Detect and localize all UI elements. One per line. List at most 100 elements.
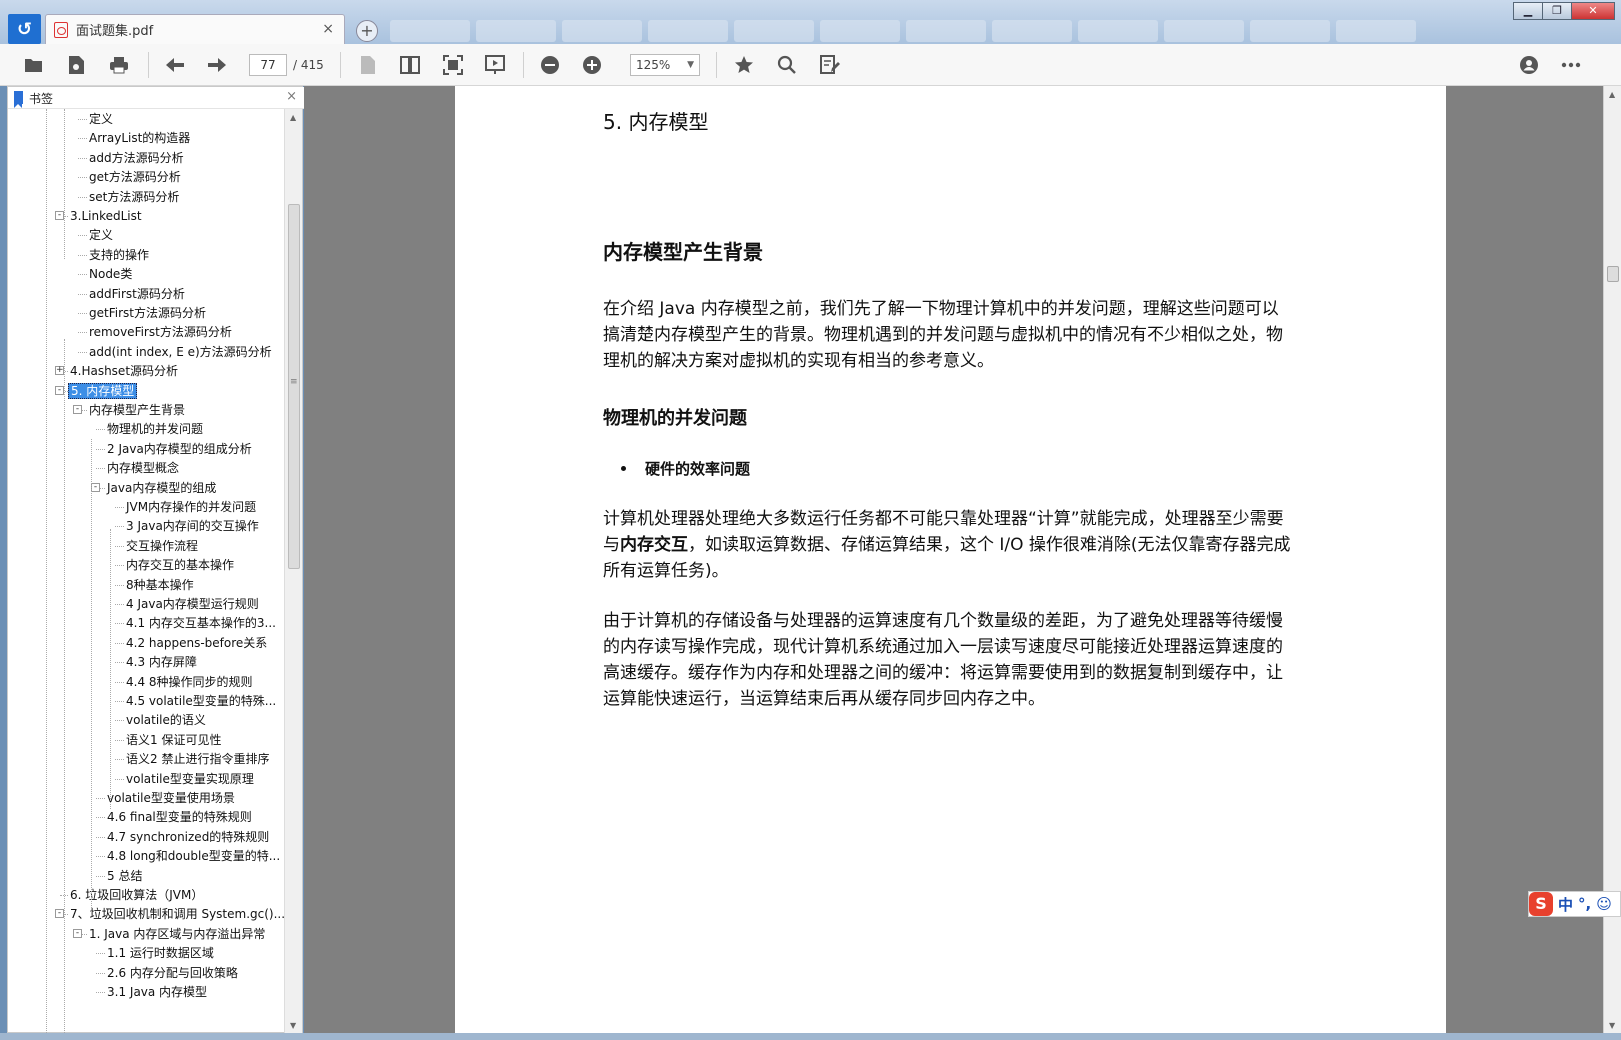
single-page-icon[interactable] xyxy=(356,53,380,77)
two-page-view-icon[interactable] xyxy=(398,53,422,77)
bookmark-item[interactable]: 3.LinkedList xyxy=(68,206,144,226)
open-folder-icon[interactable] xyxy=(22,53,46,77)
save-icon[interactable] xyxy=(64,53,88,77)
bookmark-item[interactable]: add(int index, E e)方法源码分析 xyxy=(87,342,274,362)
ime-punctuation-toggle[interactable]: °, xyxy=(1578,895,1591,913)
document-tab[interactable]: 面试题集.pdf × xyxy=(45,14,345,44)
bookmark-item[interactable]: 4.5 volatile型变量的特殊... xyxy=(124,691,278,711)
star-bookmark-icon[interactable] xyxy=(732,53,756,77)
bookmark-item[interactable]: addFirst源码分析 xyxy=(87,284,187,304)
tab-close-icon[interactable]: × xyxy=(322,21,334,37)
bookmark-item[interactable]: JVM内存操作的并发问题 xyxy=(124,497,258,517)
collapse-toggle-icon[interactable]: - xyxy=(55,211,64,220)
next-page-icon[interactable] xyxy=(205,53,229,77)
account-icon[interactable] xyxy=(1517,53,1541,77)
bookmark-item[interactable]: 交互操作流程 xyxy=(124,536,200,556)
bookmark-item[interactable]: 定义 xyxy=(87,109,115,129)
ime-toolbar[interactable]: S 中 °, ☺ xyxy=(1528,891,1621,917)
bookmark-item[interactable]: 内存交互的基本操作 xyxy=(124,555,236,575)
expand-toggle-icon[interactable]: + xyxy=(55,366,64,376)
resize-grip-icon[interactable]: ≡ xyxy=(290,377,298,387)
bookmark-item[interactable]: 5. 内存模型 xyxy=(68,381,138,401)
bookmark-item[interactable]: 7、垃圾回收机制和调用 System.gc()... xyxy=(68,904,284,924)
document-viewport[interactable]: 5. 内存模型 内存模型产生背景 在介绍 Java 内存模型之前，我们先了解一下… xyxy=(304,86,1603,1033)
bookmark-item[interactable]: 支持的操作 xyxy=(87,245,151,265)
annotate-icon[interactable] xyxy=(818,53,842,77)
scroll-down-arrow-icon[interactable]: ▼ xyxy=(290,1021,296,1030)
bookmark-item[interactable]: 4.8 long和double型变量的特... xyxy=(105,846,282,866)
bookmark-label: get方法源码分析 xyxy=(89,170,181,185)
ime-emoji-icon[interactable]: ☺ xyxy=(1596,895,1612,913)
app-menu-button[interactable]: ↺ xyxy=(8,14,41,44)
background-taskbar-blur xyxy=(390,20,1500,42)
bookmark-item[interactable]: 1. Java 内存区域与内存溢出异常 xyxy=(87,924,267,944)
close-window-button[interactable]: ✕ xyxy=(1571,2,1615,20)
print-icon[interactable] xyxy=(107,53,131,77)
bookmark-item[interactable]: 4 Java内存模型运行规则 xyxy=(124,594,261,614)
bookmark-item[interactable]: 4.7 synchronized的特殊规则 xyxy=(105,827,271,847)
bookmark-item[interactable]: 语义2 禁止进行指令重排序 xyxy=(124,749,271,769)
bookmark-item[interactable]: getFirst方法源码分析 xyxy=(87,303,208,323)
bookmark-item[interactable]: ArrayList的构造器 xyxy=(87,128,192,148)
minimize-button[interactable]: ▁ xyxy=(1513,2,1543,20)
bookmark-item[interactable]: 内存模型产生背景 xyxy=(87,400,187,420)
presentation-icon[interactable] xyxy=(483,53,507,77)
bookmark-item[interactable]: 5 总结 xyxy=(105,866,144,886)
zoom-out-icon[interactable] xyxy=(538,53,562,77)
previous-page-icon[interactable] xyxy=(163,53,187,77)
bookmark-item[interactable]: volatile型变量实现原理 xyxy=(124,769,256,789)
document-scrollbar-thumb[interactable] xyxy=(1607,266,1619,282)
page-total-label: / 415 xyxy=(293,58,324,72)
bookmark-item[interactable]: 4.6 final型变量的特殊规则 xyxy=(105,807,254,827)
bookmarks-scrollbar[interactable]: ▲ ≡ ▼ xyxy=(284,109,302,1033)
bookmark-item[interactable]: 内存模型概念 xyxy=(105,458,181,478)
bookmark-item[interactable]: Java内存模型的组成 xyxy=(105,478,218,498)
bookmark-item[interactable]: 2 Java内存模型的组成分析 xyxy=(105,439,254,459)
bookmark-item[interactable]: 4.3 内存屏障 xyxy=(124,652,199,672)
bookmark-item[interactable]: 4.2 happens-before关系 xyxy=(124,633,269,653)
close-panel-icon[interactable]: × xyxy=(286,89,297,104)
zoom-value: 125% xyxy=(636,58,671,72)
bookmark-item[interactable]: 4.4 8种操作同步的规则 xyxy=(124,672,255,692)
bookmark-item[interactable]: get方法源码分析 xyxy=(87,167,183,187)
bookmark-item[interactable]: 6. 垃圾回收算法（JVM） xyxy=(68,885,205,905)
search-icon[interactable] xyxy=(775,53,799,77)
bookmark-item[interactable]: add方法源码分析 xyxy=(87,148,186,168)
new-tab-button[interactable]: + xyxy=(356,20,378,42)
zoom-in-icon[interactable] xyxy=(580,53,604,77)
bookmark-item[interactable]: 语义1 保证可见性 xyxy=(124,730,223,750)
bookmark-item[interactable]: set方法源码分析 xyxy=(87,187,181,207)
collapse-toggle-icon[interactable]: - xyxy=(55,909,64,919)
bookmark-item[interactable]: 物理机的并发问题 xyxy=(105,419,205,439)
zoom-select[interactable]: 125% ▼ xyxy=(630,54,700,76)
collapse-toggle-icon[interactable]: - xyxy=(91,482,100,492)
ime-mode-toggle[interactable]: 中 xyxy=(1558,894,1573,915)
collapse-toggle-icon[interactable]: - xyxy=(73,928,82,938)
bookmark-label: removeFirst方法源码分析 xyxy=(89,325,232,340)
bookmark-item[interactable]: Node类 xyxy=(87,264,134,284)
fit-page-icon[interactable] xyxy=(441,53,465,77)
scroll-down-arrow-icon[interactable]: ▼ xyxy=(1609,1021,1615,1030)
page-number-input[interactable] xyxy=(249,54,287,76)
bookmark-label: 语义2 禁止进行指令重排序 xyxy=(126,752,270,767)
maximize-button[interactable]: ❐ xyxy=(1542,2,1572,20)
bookmark-item[interactable]: 8种基本操作 xyxy=(124,575,196,595)
scroll-up-arrow-icon[interactable]: ▲ xyxy=(1609,90,1615,99)
bookmark-item[interactable]: volatile的语义 xyxy=(124,710,208,730)
bookmark-label: 4.6 final型变量的特殊规则 xyxy=(107,810,252,825)
collapse-toggle-icon[interactable]: - xyxy=(55,385,64,395)
bookmark-item[interactable]: 2.6 内存分配与回收策略 xyxy=(105,963,240,983)
bookmark-item[interactable]: 3.1 Java 内存模型 xyxy=(105,982,209,1002)
more-options-icon[interactable] xyxy=(1559,53,1583,77)
bookmark-item[interactable]: 4.Hashset源码分析 xyxy=(68,361,180,381)
bookmark-item[interactable]: 4.1 内存交互基本操作的3... xyxy=(124,613,278,633)
title-bar: ↺ 面试题集.pdf × + ▁ ❐ ✕ xyxy=(0,0,1621,44)
bookmark-item[interactable]: 定义 xyxy=(87,225,115,245)
collapse-toggle-icon[interactable]: - xyxy=(73,405,82,414)
bookmark-item[interactable]: 3 Java内存间的交互操作 xyxy=(124,516,261,536)
bookmark-item[interactable]: volatile型变量使用场景 xyxy=(105,788,237,808)
bookmark-item[interactable]: 1.1 运行时数据区域 xyxy=(105,943,216,963)
bookmark-label: 5 总结 xyxy=(107,868,143,883)
bookmark-item[interactable]: removeFirst方法源码分析 xyxy=(87,322,234,342)
scroll-up-arrow-icon[interactable]: ▲ xyxy=(290,113,296,122)
